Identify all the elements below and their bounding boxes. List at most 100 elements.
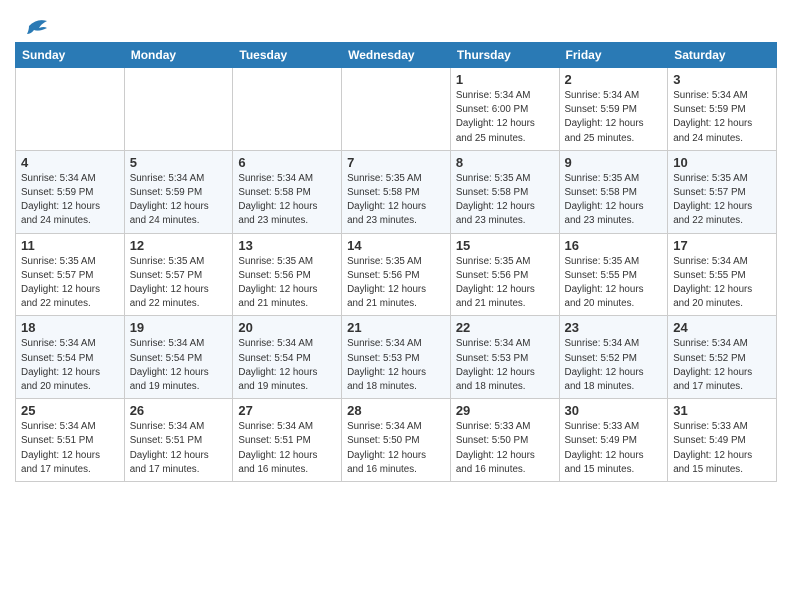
calendar-cell: 8 Sunrise: 5:35 AM Sunset: 5:58 PM Daylig… (450, 150, 559, 233)
day-number: 16 (565, 238, 663, 253)
day-number: 11 (21, 238, 119, 253)
day-number: 3 (673, 72, 771, 87)
day-number: 22 (456, 320, 554, 335)
day-info: Sunrise: 5:33 AM Sunset: 5:49 PM Dayligh… (565, 420, 663, 477)
calendar-cell: 27 Sunrise: 5:34 AM Sunset: 5:51 PM Dayli… (233, 399, 342, 482)
calendar-cell: 4 Sunrise: 5:34 AM Sunset: 5:59 PM Daylig… (16, 150, 125, 233)
day-number: 7 (347, 155, 445, 170)
day-info: Sunrise: 5:34 AM Sunset: 6:00 PM Dayligh… (456, 89, 554, 146)
day-info: Sunrise: 5:35 AM Sunset: 5:55 PM Dayligh… (565, 255, 663, 312)
calendar-cell: 2 Sunrise: 5:34 AM Sunset: 5:59 PM Daylig… (559, 68, 668, 151)
day-info: Sunrise: 5:35 AM Sunset: 5:58 PM Dayligh… (565, 172, 663, 229)
calendar-cell: 28Sunrise: 5:34 AM Sunset: 5:50 PM Dayli… (342, 399, 451, 482)
day-number: 1 (456, 72, 554, 87)
calendar-cell (233, 68, 342, 151)
calendar-cell (342, 68, 451, 151)
day-number: 10 (673, 155, 771, 170)
calendar-week-2: 4 Sunrise: 5:34 AM Sunset: 5:59 PM Daylig… (16, 150, 777, 233)
day-number: 13 (238, 238, 336, 253)
day-info: Sunrise: 5:35 AM Sunset: 5:56 PM Dayligh… (347, 255, 445, 312)
calendar-header-tuesday: Tuesday (233, 43, 342, 68)
day-info: Sunrise: 5:34 AM Sunset: 5:59 PM Dayligh… (130, 172, 228, 229)
day-number: 29 (456, 403, 554, 418)
calendar-week-3: 11 Sunrise: 5:35 AM Sunset: 5:57 PM Dayli… (16, 233, 777, 316)
calendar-header-sunday: Sunday (16, 43, 125, 68)
calendar-cell: 17Sunrise: 5:34 AM Sunset: 5:55 PM Dayli… (668, 233, 777, 316)
day-number: 20 (238, 320, 336, 335)
day-info: Sunrise: 5:34 AM Sunset: 5:59 PM Dayligh… (565, 89, 663, 146)
calendar-cell: 13Sunrise: 5:35 AM Sunset: 5:56 PM Dayli… (233, 233, 342, 316)
calendar-header-row: SundayMondayTuesdayWednesdayThursdayFrid… (16, 43, 777, 68)
calendar-header-wednesday: Wednesday (342, 43, 451, 68)
calendar-cell: 1 Sunrise: 5:34 AM Sunset: 6:00 PM Daylig… (450, 68, 559, 151)
calendar-cell: 19 Sunrise: 5:34 AM Sunset: 5:54 PM Dayli… (124, 316, 233, 399)
day-info: Sunrise: 5:35 AM Sunset: 5:57 PM Dayligh… (130, 255, 228, 312)
day-number: 27 (238, 403, 336, 418)
calendar-cell: 21Sunrise: 5:34 AM Sunset: 5:53 PM Dayli… (342, 316, 451, 399)
header (15, 10, 777, 36)
day-number: 25 (21, 403, 119, 418)
day-number: 31 (673, 403, 771, 418)
calendar-cell: 11 Sunrise: 5:35 AM Sunset: 5:57 PM Dayli… (16, 233, 125, 316)
day-number: 6 (238, 155, 336, 170)
calendar-cell: 10Sunrise: 5:35 AM Sunset: 5:57 PM Dayli… (668, 150, 777, 233)
day-number: 12 (130, 238, 228, 253)
calendar-cell: 12 Sunrise: 5:35 AM Sunset: 5:57 PM Dayli… (124, 233, 233, 316)
calendar-cell: 24 Sunrise: 5:34 AM Sunset: 5:52 PM Dayli… (668, 316, 777, 399)
calendar-cell: 3 Sunrise: 5:34 AM Sunset: 5:59 PM Daylig… (668, 68, 777, 151)
day-info: Sunrise: 5:34 AM Sunset: 5:51 PM Dayligh… (238, 420, 336, 477)
calendar-cell: 9Sunrise: 5:35 AM Sunset: 5:58 PM Daylig… (559, 150, 668, 233)
calendar-cell: 23 Sunrise: 5:34 AM Sunset: 5:52 PM Dayli… (559, 316, 668, 399)
day-info: Sunrise: 5:35 AM Sunset: 5:56 PM Dayligh… (456, 255, 554, 312)
calendar-cell: 7Sunrise: 5:35 AM Sunset: 5:58 PM Daylig… (342, 150, 451, 233)
day-info: Sunrise: 5:34 AM Sunset: 5:51 PM Dayligh… (130, 420, 228, 477)
day-info: Sunrise: 5:34 AM Sunset: 5:58 PM Dayligh… (238, 172, 336, 229)
day-number: 5 (130, 155, 228, 170)
day-info: Sunrise: 5:34 AM Sunset: 5:52 PM Dayligh… (673, 337, 771, 394)
calendar-header-friday: Friday (559, 43, 668, 68)
day-info: Sunrise: 5:34 AM Sunset: 5:55 PM Dayligh… (673, 255, 771, 312)
day-number: 24 (673, 320, 771, 335)
day-info: Sunrise: 5:35 AM Sunset: 5:57 PM Dayligh… (21, 255, 119, 312)
day-number: 15 (456, 238, 554, 253)
day-info: Sunrise: 5:33 AM Sunset: 5:50 PM Dayligh… (456, 420, 554, 477)
calendar-header-monday: Monday (124, 43, 233, 68)
day-number: 8 (456, 155, 554, 170)
day-info: Sunrise: 5:34 AM Sunset: 5:51 PM Dayligh… (21, 420, 119, 477)
day-info: Sunrise: 5:34 AM Sunset: 5:54 PM Dayligh… (21, 337, 119, 394)
calendar-cell: 15 Sunrise: 5:35 AM Sunset: 5:56 PM Dayli… (450, 233, 559, 316)
calendar-cell: 29 Sunrise: 5:33 AM Sunset: 5:50 PM Dayli… (450, 399, 559, 482)
calendar-cell: 14 Sunrise: 5:35 AM Sunset: 5:56 PM Dayli… (342, 233, 451, 316)
day-info: Sunrise: 5:34 AM Sunset: 5:52 PM Dayligh… (565, 337, 663, 394)
day-number: 21 (347, 320, 445, 335)
calendar-cell: 25 Sunrise: 5:34 AM Sunset: 5:51 PM Dayli… (16, 399, 125, 482)
day-info: Sunrise: 5:35 AM Sunset: 5:58 PM Dayligh… (456, 172, 554, 229)
calendar-cell: 18Sunrise: 5:34 AM Sunset: 5:54 PM Dayli… (16, 316, 125, 399)
calendar-header-thursday: Thursday (450, 43, 559, 68)
day-number: 28 (347, 403, 445, 418)
calendar-cell (16, 68, 125, 151)
day-number: 19 (130, 320, 228, 335)
calendar-table: SundayMondayTuesdayWednesdayThursdayFrid… (15, 42, 777, 482)
day-number: 2 (565, 72, 663, 87)
calendar-cell: 20 Sunrise: 5:34 AM Sunset: 5:54 PM Dayli… (233, 316, 342, 399)
calendar-cell: 22Sunrise: 5:34 AM Sunset: 5:53 PM Dayli… (450, 316, 559, 399)
day-number: 26 (130, 403, 228, 418)
logo-bird-icon (19, 16, 49, 36)
calendar-cell: 26 Sunrise: 5:34 AM Sunset: 5:51 PM Dayli… (124, 399, 233, 482)
calendar-header-saturday: Saturday (668, 43, 777, 68)
calendar-cell: 6 Sunrise: 5:34 AM Sunset: 5:58 PM Daylig… (233, 150, 342, 233)
day-number: 4 (21, 155, 119, 170)
day-info: Sunrise: 5:34 AM Sunset: 5:59 PM Dayligh… (21, 172, 119, 229)
day-info: Sunrise: 5:34 AM Sunset: 5:54 PM Dayligh… (238, 337, 336, 394)
day-info: Sunrise: 5:34 AM Sunset: 5:54 PM Dayligh… (130, 337, 228, 394)
calendar-cell: 30Sunrise: 5:33 AM Sunset: 5:49 PM Dayli… (559, 399, 668, 482)
day-info: Sunrise: 5:34 AM Sunset: 5:59 PM Dayligh… (673, 89, 771, 146)
day-info: Sunrise: 5:33 AM Sunset: 5:49 PM Dayligh… (673, 420, 771, 477)
calendar-week-4: 18Sunrise: 5:34 AM Sunset: 5:54 PM Dayli… (16, 316, 777, 399)
calendar-cell: 31 Sunrise: 5:33 AM Sunset: 5:49 PM Dayli… (668, 399, 777, 482)
day-number: 14 (347, 238, 445, 253)
day-number: 23 (565, 320, 663, 335)
calendar-week-5: 25 Sunrise: 5:34 AM Sunset: 5:51 PM Dayli… (16, 399, 777, 482)
calendar-week-1: 1 Sunrise: 5:34 AM Sunset: 6:00 PM Daylig… (16, 68, 777, 151)
